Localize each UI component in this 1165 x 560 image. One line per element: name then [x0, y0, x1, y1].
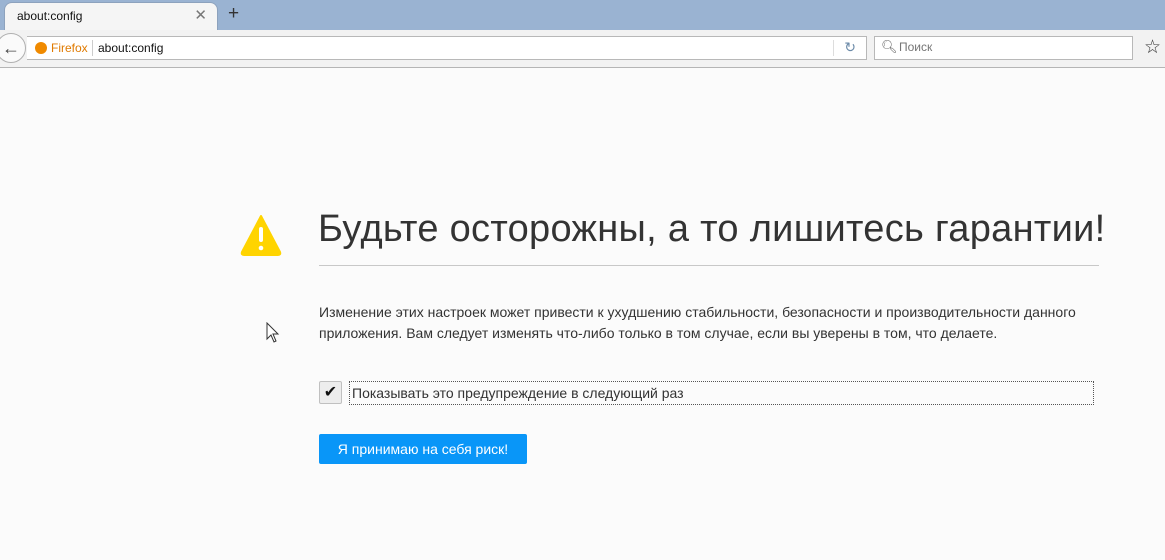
warning-description: Изменение этих настроек может привести к…	[319, 304, 1076, 341]
search-input[interactable]	[899, 40, 1124, 54]
close-tab-icon[interactable]: ✕	[194, 6, 207, 24]
tab-about-config[interactable]: about:config ✕	[4, 2, 218, 30]
warning-icon	[240, 215, 282, 256]
divider	[319, 265, 1099, 266]
show-warning-label[interactable]: Показывать это предупреждение в следующи…	[349, 381, 1094, 405]
tab-bar: about:config ✕ +	[0, 0, 1165, 30]
new-tab-icon[interactable]: +	[228, 3, 239, 25]
search-icon: 🔍︎	[881, 39, 898, 54]
back-button[interactable]: ←	[0, 33, 26, 63]
divider	[92, 40, 93, 56]
url-bar[interactable]: Firefox about:config ↻	[27, 36, 867, 60]
divider	[833, 40, 834, 56]
tab-title: about:config	[17, 9, 83, 23]
mouse-cursor-icon	[266, 322, 280, 343]
navigation-toolbar: ← Firefox about:config ↻ 🔍︎ ☆	[0, 30, 1165, 68]
accept-risk-button[interactable]: Я принимаю на себя риск!	[319, 434, 527, 464]
show-warning-checkbox[interactable]: ✔	[319, 381, 342, 404]
identity-label: Firefox	[51, 41, 88, 55]
page-title: Будьте осторожны, а то лишитесь гарантии…	[318, 208, 1106, 250]
bookmark-star-icon[interactable]: ☆	[1144, 36, 1161, 59]
url-text[interactable]: about:config	[98, 41, 163, 55]
firefox-icon	[35, 42, 47, 54]
search-box[interactable]: 🔍︎	[874, 36, 1133, 60]
reload-icon[interactable]: ↻	[844, 39, 856, 56]
